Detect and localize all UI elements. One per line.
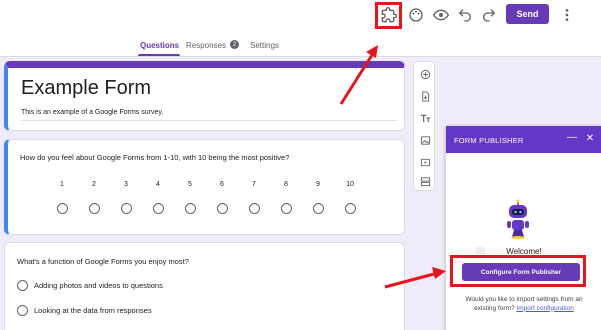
scale-label: 3 <box>124 181 128 188</box>
active-tab-indicator <box>138 54 180 56</box>
option-label: Adding photos and videos to questions <box>34 281 163 290</box>
option-label: Looking at the data from responses <box>34 306 152 315</box>
scale-label: 8 <box>284 181 288 188</box>
question-text: What's a function of Google Forms you en… <box>17 257 189 266</box>
form-publisher-header: FORM PUBLISHER — ✕ <box>446 126 601 153</box>
question-card-choice[interactable]: What's a function of Google Forms you en… <box>4 242 405 330</box>
top-bar: Send Questions Responses 2 Settings <box>0 0 601 57</box>
scale-radio-3[interactable] <box>121 203 132 214</box>
scale-label: 5 <box>188 181 192 188</box>
scale-label: 6 <box>220 181 224 188</box>
responses-count-badge: 2 <box>230 40 239 49</box>
add-video-icon[interactable] <box>419 156 431 168</box>
scale-label: 9 <box>316 181 320 188</box>
form-publisher-panel: FORM PUBLISHER — ✕ Welcome! Configure Fo… <box>446 126 601 330</box>
form-description[interactable]: This is an example of a Google Forms sur… <box>21 109 163 116</box>
add-image-icon[interactable] <box>419 134 431 146</box>
scale-label: 2 <box>92 181 96 188</box>
scale-label: 1 <box>60 181 64 188</box>
robot-mascot-icon <box>507 199 529 239</box>
scale-label: 10 <box>346 181 354 188</box>
scale-radio-7[interactable] <box>249 203 260 214</box>
undo-icon[interactable] <box>454 4 476 26</box>
palette-icon[interactable] <box>405 4 427 26</box>
scale-radio-6[interactable] <box>217 203 228 214</box>
scale-radio-2[interactable] <box>89 203 100 214</box>
import-configuration-link[interactable]: Import configuration <box>516 305 573 312</box>
import-questions-icon[interactable] <box>419 90 431 102</box>
configure-highlight-box <box>450 255 586 287</box>
close-icon[interactable]: ✕ <box>584 133 596 145</box>
scale-radio-8[interactable] <box>281 203 292 214</box>
add-question-icon[interactable] <box>419 68 431 80</box>
scale-label: 4 <box>156 181 160 188</box>
scale-radio-1[interactable] <box>57 203 68 214</box>
option-radio-1[interactable] <box>17 280 28 291</box>
description-underline <box>21 120 397 121</box>
scale-radio-4[interactable] <box>153 203 164 214</box>
minimize-icon[interactable]: — <box>567 132 577 144</box>
more-vert-icon[interactable] <box>556 4 578 26</box>
add-title-icon[interactable] <box>419 112 431 124</box>
scale-label: 7 <box>252 181 256 188</box>
tab-settings[interactable]: Settings <box>250 41 279 50</box>
form-title[interactable]: Example Form <box>21 77 151 100</box>
preview-eye-icon[interactable] <box>430 4 452 26</box>
form-publisher-title: FORM PUBLISHER <box>454 136 524 145</box>
question-card-scale[interactable]: How do you feel about Google Forms from … <box>4 139 405 235</box>
scale-radio-5[interactable] <box>185 203 196 214</box>
import-prompt: Would you like to import settings from a… <box>454 296 594 313</box>
form-header-card[interactable]: Example Form This is an example of a Goo… <box>4 61 405 131</box>
option-radio-2[interactable] <box>17 305 28 316</box>
scale-radio-10[interactable] <box>345 203 356 214</box>
tab-questions[interactable]: Questions <box>140 41 179 50</box>
scale-radio-9[interactable] <box>313 203 324 214</box>
add-section-icon[interactable] <box>419 175 431 187</box>
question-text: How do you feel about Google Forms from … <box>20 153 290 162</box>
redo-icon[interactable] <box>478 4 500 26</box>
tab-responses[interactable]: Responses <box>186 41 226 50</box>
form-tabs: Questions Responses 2 Settings <box>0 38 601 56</box>
question-toolbar <box>413 61 435 191</box>
addon-highlight-box <box>375 2 402 29</box>
send-button[interactable]: Send <box>506 4 549 24</box>
